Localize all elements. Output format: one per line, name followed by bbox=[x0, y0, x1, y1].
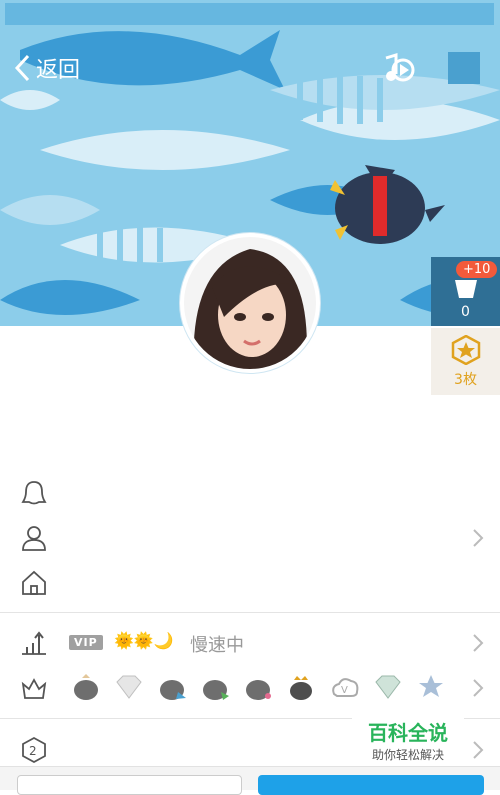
badge-2-icon: 2 bbox=[22, 736, 46, 764]
penguin-medal-icon bbox=[203, 680, 230, 700]
speed-status: 慢速中 bbox=[190, 635, 244, 656]
home-icon bbox=[22, 570, 46, 595]
watermark-title: 百科全说 bbox=[368, 721, 448, 745]
chevron-left-icon bbox=[14, 54, 30, 82]
medals-row[interactable]: V bbox=[0, 666, 500, 710]
diamond-medal-icon bbox=[116, 675, 142, 699]
svg-text:2: 2 bbox=[29, 744, 37, 758]
cloud-v-medal-icon: V bbox=[331, 678, 358, 697]
crown-icon bbox=[21, 678, 47, 699]
vip-badge: VIP bbox=[69, 635, 103, 650]
avatar[interactable] bbox=[180, 233, 320, 373]
chevron-right-icon bbox=[473, 741, 484, 759]
crown-penguin-medal-icon bbox=[290, 676, 313, 700]
watermark: 百科全说 助你轻松解决 bbox=[352, 713, 464, 765]
sun-level-icons: 🌞🌞🌙 bbox=[114, 631, 174, 650]
coin-card[interactable]: 3枚 bbox=[431, 328, 500, 395]
user-icon bbox=[22, 526, 46, 551]
secondary-action-button[interactable] bbox=[17, 775, 242, 795]
gem-medal-icon bbox=[374, 675, 401, 699]
music-icon[interactable] bbox=[380, 52, 416, 88]
star-medal-icon bbox=[451, 334, 480, 365]
chevron-right-icon bbox=[473, 529, 484, 547]
divider bbox=[0, 612, 500, 613]
level-up-icon bbox=[22, 631, 46, 655]
medal-list: V bbox=[70, 672, 453, 702]
svg-text:V: V bbox=[341, 685, 348, 696]
back-label: 返回 bbox=[36, 58, 81, 83]
star-medal-icon bbox=[418, 675, 443, 697]
primary-action-button[interactable] bbox=[258, 775, 484, 795]
cart-card[interactable]: +10 0 bbox=[431, 257, 500, 326]
watermark-subtitle: 助你轻松解决 bbox=[371, 748, 444, 762]
penguin-medal-icon bbox=[246, 680, 272, 700]
cart-icon bbox=[454, 279, 477, 298]
qq-number-row[interactable] bbox=[0, 471, 500, 515]
cart-badge: +10 bbox=[456, 261, 498, 278]
cart-count: 0 bbox=[461, 303, 470, 320]
profile-info-row[interactable] bbox=[0, 516, 500, 560]
chevron-right-icon bbox=[473, 679, 484, 697]
coin-count: 3枚 bbox=[454, 371, 477, 388]
hometown-row[interactable] bbox=[0, 561, 500, 605]
top-nav: 返回 bbox=[0, 48, 500, 88]
penguin-medal-icon bbox=[74, 674, 98, 700]
speed-row[interactable]: VIP 🌞🌞🌙 慢速中 bbox=[0, 621, 500, 665]
back-button[interactable]: 返回 bbox=[14, 48, 80, 88]
status-bar bbox=[5, 3, 494, 25]
penguin-medal-icon bbox=[160, 680, 187, 700]
chevron-right-icon bbox=[473, 634, 484, 652]
settings-square-button[interactable] bbox=[448, 52, 480, 84]
penguin-outline-icon bbox=[21, 481, 47, 505]
